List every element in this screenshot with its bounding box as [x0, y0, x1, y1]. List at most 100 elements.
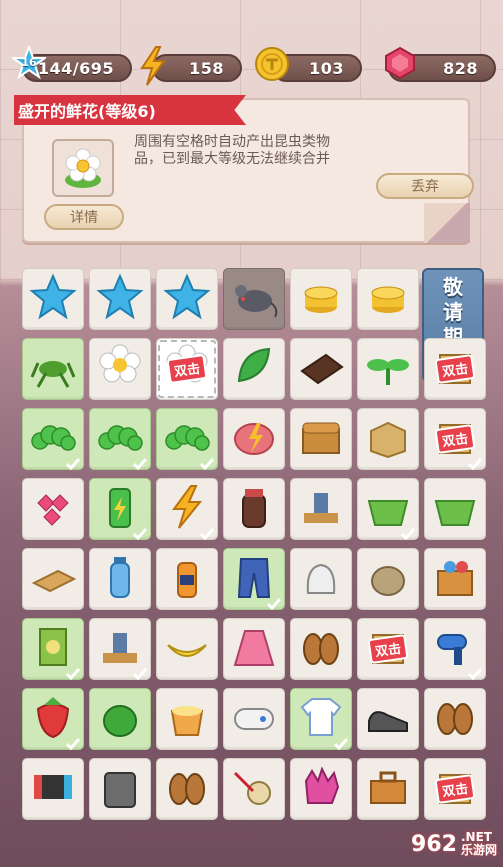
board-cell-battery[interactable] [89, 478, 151, 541]
green-pepper-icon [95, 693, 145, 745]
sprout-icon [363, 343, 413, 395]
board-cell-strawberry[interactable] [22, 688, 84, 751]
checkmark-icon [199, 455, 215, 471]
board-cell-mouse[interactable] [223, 268, 285, 330]
item-preview [52, 139, 114, 197]
board-cell-gold-coins[interactable] [357, 268, 419, 330]
toolbox-icon [363, 763, 413, 815]
board-cell-blue-star-2[interactable] [89, 268, 151, 330]
board-cell-caterpillar[interactable] [89, 408, 151, 471]
sneakers-icon [363, 693, 413, 745]
board-cell-basket[interactable] [357, 478, 419, 541]
board-cell-water-bottle[interactable] [89, 548, 151, 610]
board-cell-treasure-chest[interactable] [290, 408, 352, 470]
daisy-icon [95, 343, 145, 395]
grasshopper-icon [28, 343, 78, 395]
board-cell-chocolate[interactable] [290, 338, 352, 400]
board-cell-grasshopper[interactable] [22, 338, 84, 400]
board-cell-box-dbl[interactable]: 双击 [424, 338, 486, 400]
daisy-flower-icon [65, 148, 101, 188]
leaf-icon [229, 343, 279, 395]
board-cell-sack[interactable] [357, 548, 419, 610]
blue-star-2-icon [95, 273, 145, 325]
details-button[interactable]: 详情 [44, 204, 124, 230]
board-cell-seed-packet[interactable] [22, 618, 84, 681]
pudding-icon [162, 693, 212, 745]
water-bottle-icon [95, 553, 145, 605]
player-level: 16 [21, 56, 37, 69]
double-tap-badge: 双击 [166, 353, 208, 385]
board-cell-trash-bin[interactable] [89, 758, 151, 820]
energy-bolt-icon[interactable] [138, 46, 168, 86]
board-cell-shopping-bag-dbl[interactable]: 双击 [357, 618, 419, 680]
discard-button[interactable]: 丢弃 [376, 173, 474, 199]
watermark-sub: 乐游网 [460, 843, 497, 857]
crate-icon [430, 553, 480, 605]
checkmark-icon [65, 665, 81, 681]
pink-gems-icon [28, 483, 78, 535]
checkmark-icon [132, 525, 148, 541]
board-cell-basket-full[interactable] [424, 478, 486, 540]
board-cell-brown-sandals[interactable] [156, 758, 218, 820]
treasure-chest-icon [296, 413, 346, 465]
board-cell-grass-green[interactable] [22, 408, 84, 471]
board-cell-pudding[interactable] [156, 688, 218, 750]
board-cell-sneakers[interactable] [357, 688, 419, 750]
board-cell-coin-stack[interactable] [290, 268, 352, 330]
board-cell-kettle[interactable] [290, 548, 352, 610]
board-cell-toolbox[interactable] [357, 758, 419, 820]
board-cell-daisy-selected[interactable]: 双击 [156, 338, 218, 400]
sewing-kit-icon [229, 763, 279, 815]
board-cell-game-console[interactable] [22, 758, 84, 820]
board-cell-leaf[interactable] [223, 338, 285, 400]
checkmark-icon [333, 735, 349, 751]
brown-sandals-icon [162, 763, 212, 815]
board-cell-sprout[interactable] [357, 338, 419, 400]
board-cell-wood-planks[interactable] [22, 548, 84, 610]
page-curl [424, 203, 470, 243]
checkmark-icon [132, 455, 148, 471]
watermark-brand: 962 [411, 831, 457, 857]
checkmark-icon [65, 455, 81, 471]
cardboard-box-icon [363, 413, 413, 465]
gamepad-icon [229, 693, 279, 745]
board-cell-gamepad[interactable] [223, 688, 285, 750]
gem-icon[interactable] [382, 46, 418, 80]
board-cell-pink-gems[interactable] [22, 478, 84, 540]
board-cell-green-pepper[interactable] [89, 688, 151, 750]
status-bar: 144/695 16 158 103 828 [0, 44, 503, 94]
board-cell-toolset[interactable] [290, 478, 352, 540]
board-cell-hair-dryer[interactable] [424, 618, 486, 681]
board-cell-blue-star-1[interactable] [22, 268, 84, 330]
board-cell-blue-star-3[interactable] [156, 268, 218, 330]
double-tap-badge: 双击 [434, 773, 476, 805]
board-cell-daisy[interactable] [89, 338, 151, 400]
board-cell-bag-dbl[interactable]: 双击 [424, 758, 486, 820]
wood-planks-icon [28, 553, 78, 605]
brown-sandals-icon [430, 693, 480, 745]
glove-icon [296, 763, 346, 815]
board-cell-bananas[interactable] [156, 618, 218, 680]
board-cell-crate[interactable] [424, 548, 486, 610]
checkmark-icon [467, 665, 483, 681]
board-cell-shirt[interactable] [290, 688, 352, 751]
basket-full-icon [430, 483, 480, 535]
sack-icon [363, 553, 413, 605]
board-cell-jar[interactable] [223, 478, 285, 540]
board-cell-piggy-bank[interactable] [223, 408, 285, 470]
board-cell-glove[interactable] [290, 758, 352, 820]
checkmark-icon [132, 665, 148, 681]
board-cell-energy-bolt[interactable] [156, 478, 218, 541]
board-cell-box-dbl[interactable]: 双击 [424, 408, 486, 471]
board-cell-sandals[interactable] [290, 618, 352, 680]
board-cell-caterpillar-2[interactable] [156, 408, 218, 471]
board-cell-sewing-kit[interactable] [223, 758, 285, 820]
board-cell-toolset[interactable] [89, 618, 151, 681]
board-cell-brown-sandals[interactable] [424, 688, 486, 750]
board-cell-pink-skirt[interactable] [223, 618, 285, 680]
board-cell-jeans[interactable] [223, 548, 285, 611]
board-cell-juice-bottle[interactable] [156, 548, 218, 610]
board-cell-cardboard-box[interactable] [357, 408, 419, 470]
coin-icon[interactable] [254, 46, 290, 82]
blue-star-1-icon [28, 273, 78, 325]
